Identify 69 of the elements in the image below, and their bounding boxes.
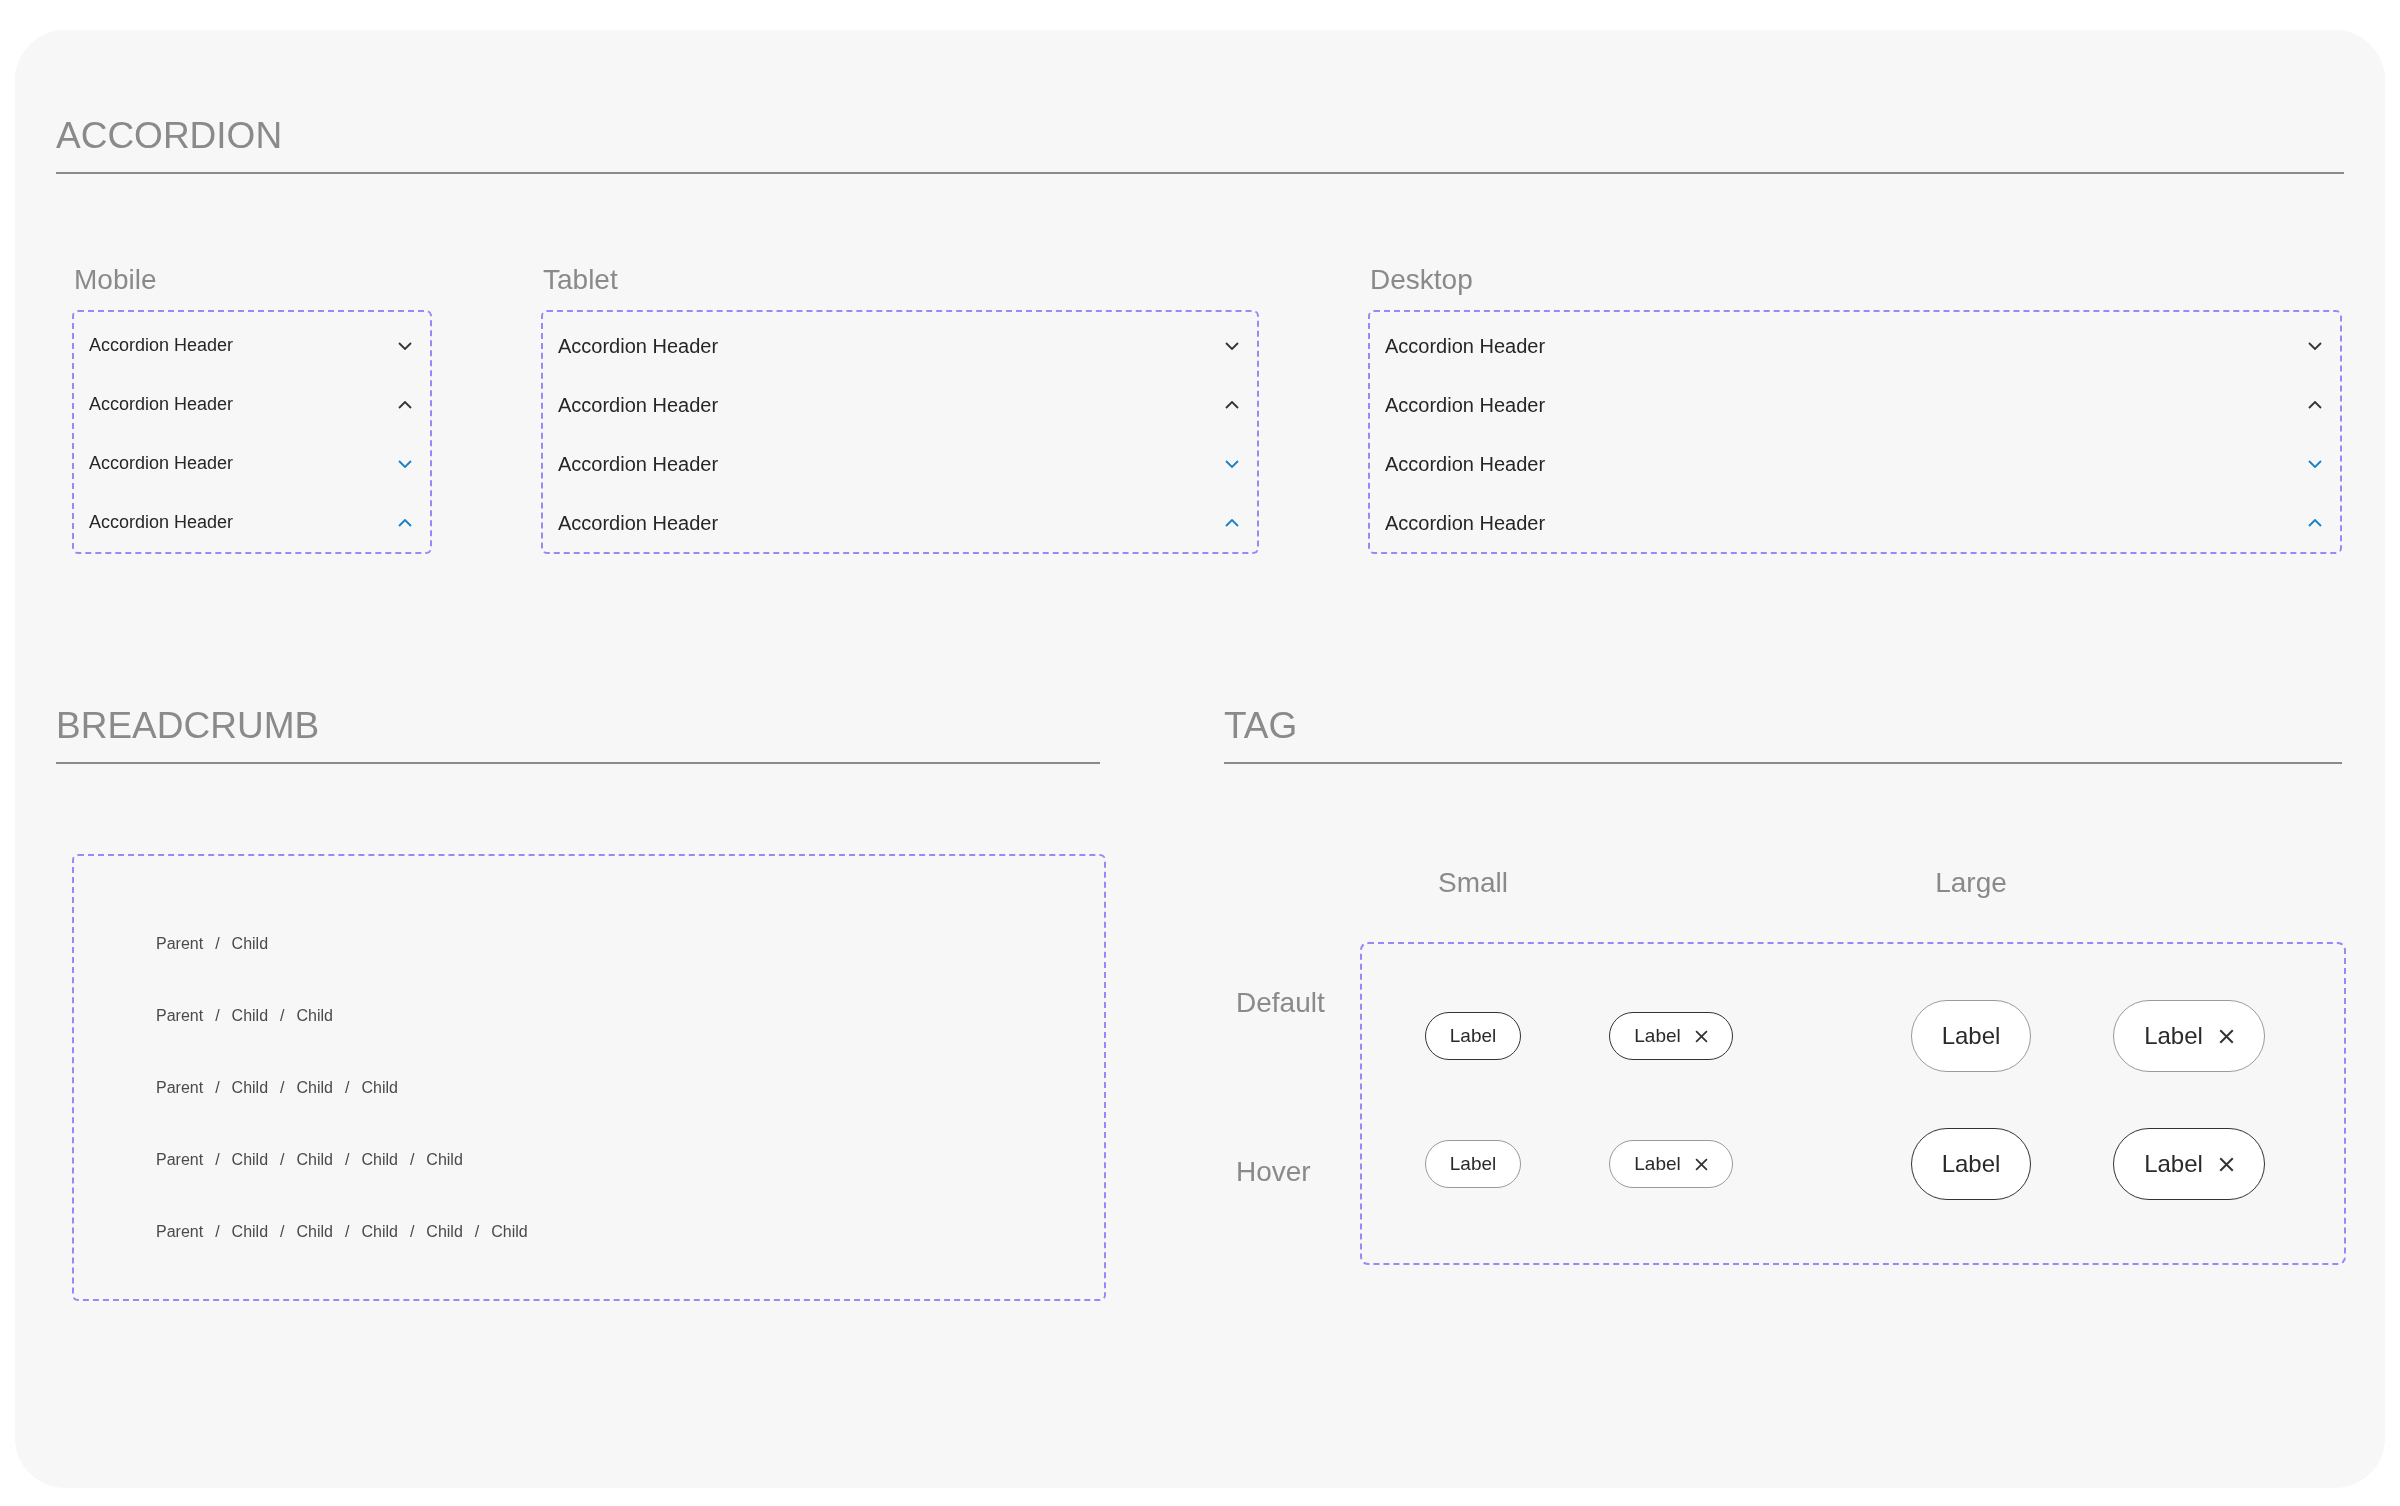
accordion-header[interactable]: Accordion Header (543, 493, 1257, 552)
accordion-header[interactable]: Accordion Header (74, 316, 430, 375)
accordion-header[interactable]: Accordion Header (543, 434, 1257, 493)
breadcrumb-separator: / (215, 934, 220, 954)
tag-chip[interactable]: Label (1910, 1000, 2032, 1072)
breadcrumb-separator: / (345, 1150, 350, 1170)
close-icon[interactable] (2218, 1156, 2234, 1172)
breadcrumb-link[interactable]: Parent (156, 1148, 204, 1172)
breadcrumb-link[interactable]: Child (231, 1220, 269, 1244)
tag-chip[interactable]: Label (1424, 1140, 1522, 1188)
accordion-header[interactable]: Accordion Header (1370, 493, 2340, 552)
breadcrumb-link[interactable]: Child (231, 932, 269, 956)
breadcrumb-link[interactable]: Child (426, 1148, 463, 1172)
accordion-header[interactable]: Accordion Header (74, 375, 430, 434)
size-label: Small (1438, 866, 1508, 900)
section-title: TAG (1224, 705, 1298, 746)
tag-chip[interactable]: Label (2113, 1000, 2265, 1072)
size-label: Large (1935, 866, 2007, 900)
breadcrumb-link[interactable]: Parent (156, 1004, 204, 1028)
variant-label: Tablet (543, 263, 619, 297)
accordion-header[interactable]: Accordion Header (543, 316, 1257, 375)
breadcrumb-separator: / (215, 1006, 220, 1026)
tag-chip[interactable]: Label (1910, 1128, 2032, 1200)
breadcrumb-link[interactable]: Parent (156, 1076, 204, 1100)
tag-chip[interactable]: Label (2113, 1128, 2265, 1200)
breadcrumb-link[interactable]: Child (231, 1076, 269, 1100)
section-title: BREADCRUMB (56, 705, 320, 746)
breadcrumb-separator: / (280, 1006, 285, 1026)
accordion-header[interactable]: Accordion Header (1370, 375, 2340, 434)
breadcrumb-link[interactable]: Child (296, 1220, 333, 1244)
breadcrumb-link[interactable]: Child (296, 1004, 333, 1028)
tag-chip[interactable]: Label (1424, 1012, 1522, 1060)
breadcrumb-link[interactable]: Child (361, 1220, 398, 1244)
breadcrumb-separator: / (409, 1150, 415, 1170)
breadcrumb-separator: / (474, 1222, 480, 1242)
variant-label: Desktop (1370, 263, 1474, 297)
breadcrumb-link[interactable]: Child (426, 1220, 463, 1244)
breadcrumb-separator: / (280, 1150, 285, 1170)
accordion-header[interactable]: Accordion Header (543, 375, 1257, 434)
breadcrumb-link[interactable]: Child (296, 1076, 333, 1100)
accordion-header[interactable]: Accordion Header (1370, 316, 2340, 375)
breadcrumb-link[interactable]: Child (361, 1148, 398, 1172)
breadcrumb-link[interactable]: Parent (156, 932, 204, 956)
breadcrumb-link[interactable]: Child (231, 1148, 269, 1172)
close-icon[interactable] (1694, 1157, 1708, 1171)
breadcrumb-link[interactable]: Child (491, 1220, 528, 1244)
breadcrumb-separator: / (409, 1222, 415, 1242)
breadcrumb-separator: / (215, 1150, 220, 1170)
section-title: ACCORDION (56, 115, 283, 156)
breadcrumb-link[interactable]: Child (361, 1076, 398, 1100)
breadcrumb-separator: / (345, 1222, 350, 1242)
breadcrumb-link[interactable]: Parent (156, 1220, 204, 1244)
variant-label: Mobile (74, 263, 158, 297)
breadcrumb-separator: / (280, 1222, 285, 1242)
state-label: Default (1236, 986, 1326, 1020)
tag-chip[interactable]: Label (1609, 1140, 1733, 1188)
tag-chip[interactable]: Label (1609, 1012, 1733, 1060)
breadcrumb-separator: / (215, 1078, 220, 1098)
breadcrumb-separator: / (345, 1078, 350, 1098)
close-icon[interactable] (2218, 1028, 2234, 1044)
accordion-header[interactable]: Accordion Header (74, 434, 430, 493)
breadcrumb-link[interactable]: Child (296, 1148, 333, 1172)
close-icon[interactable] (1694, 1029, 1708, 1043)
state-label: Hover (1236, 1155, 1312, 1189)
accordion-header[interactable]: Accordion Header (1370, 434, 2340, 493)
accordion-header[interactable]: Accordion Header (74, 493, 430, 552)
breadcrumb-link[interactable]: Child (231, 1004, 269, 1028)
breadcrumb-separator: / (280, 1078, 285, 1098)
breadcrumb-separator: / (215, 1222, 220, 1242)
